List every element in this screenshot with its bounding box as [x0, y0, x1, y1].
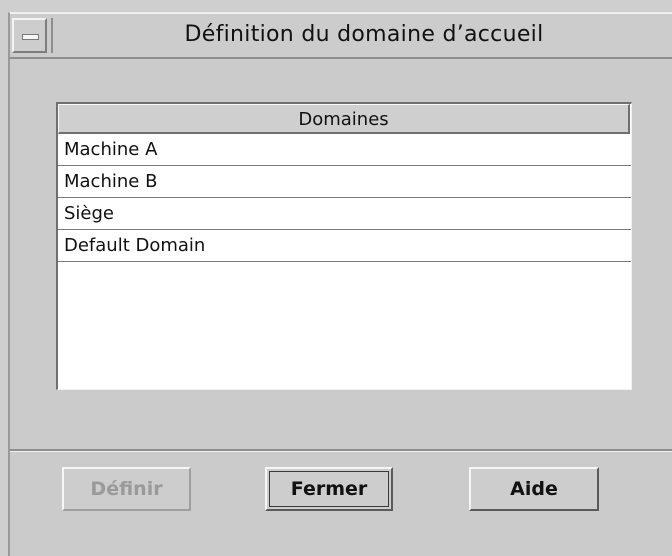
table-row[interactable]: Machine A: [58, 134, 631, 166]
button-area-divider: [10, 449, 672, 452]
column-header-domaines[interactable]: Domaines: [58, 104, 630, 134]
title-bar[interactable]: Définition du domaine d’accueil: [10, 13, 672, 59]
close-button[interactable]: Fermer: [265, 467, 393, 511]
window-menu-icon: [22, 34, 39, 40]
dialog-window: Définition du domaine d’accueil Domaines…: [8, 12, 672, 556]
title-separator: [51, 18, 53, 53]
table-row[interactable]: Siège: [58, 198, 631, 230]
window-menu-button[interactable]: [12, 18, 47, 53]
table-row[interactable]: Machine B: [58, 166, 631, 198]
table-row[interactable]: Default Domain: [58, 230, 631, 262]
define-button[interactable]: Définir: [62, 467, 191, 511]
domains-table[interactable]: Domaines Machine A Machine B Siège Defau…: [56, 102, 632, 390]
window-title: Définition du domaine d’accueil: [184, 22, 544, 47]
help-button[interactable]: Aide: [469, 467, 599, 511]
